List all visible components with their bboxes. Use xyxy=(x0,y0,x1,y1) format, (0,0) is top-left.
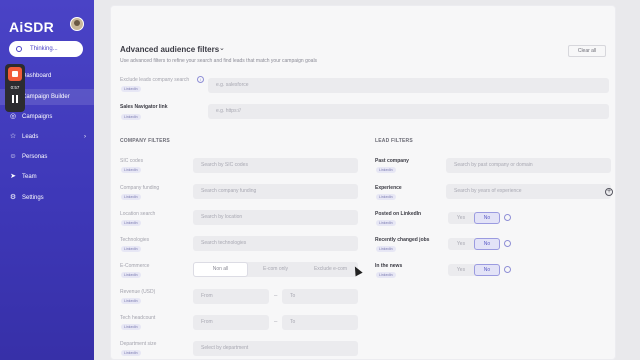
app-window: AiSDR Thinking... ▦ Dashboard ✎ Campaign… xyxy=(0,0,640,360)
company-funding-label: Company funding xyxy=(120,185,160,191)
past-company-input[interactable]: Search by past company or domain xyxy=(446,158,611,173)
department-size-input[interactable]: Select by department xyxy=(193,341,358,356)
sidebar-item-settings[interactable]: ⚙ Settings xyxy=(0,190,94,206)
info-icon[interactable] xyxy=(504,240,511,247)
yes-option[interactable]: Yes xyxy=(448,212,474,224)
department-size-label: Department size xyxy=(120,341,157,347)
yes-option[interactable]: Yes xyxy=(448,238,474,250)
no-option[interactable]: No xyxy=(474,238,500,250)
headcount-from-input[interactable]: From xyxy=(193,315,269,330)
linkedin-badge: LinkedIn xyxy=(376,246,396,252)
sidebar-item-label: Leads xyxy=(22,134,39,140)
linkedin-badge: LinkedIn xyxy=(121,350,141,356)
linkedin-badge: LinkedIn xyxy=(121,298,141,304)
filters-panel: Advanced audience filters ⌄ Use advanced… xyxy=(110,5,616,360)
lead-filters-heading: LEAD FILTERS xyxy=(375,138,413,144)
sidebar-item-label: Team xyxy=(22,174,37,180)
panel-title: Advanced audience filters xyxy=(120,45,220,54)
clear-all-button[interactable]: Clear all xyxy=(568,45,606,57)
technologies-input[interactable]: Search technologies xyxy=(193,236,358,251)
revenue-label: Revenue (USD) xyxy=(120,289,156,295)
location-search-label: Location search xyxy=(120,211,156,217)
pause-icon[interactable] xyxy=(11,95,19,103)
sic-codes-input[interactable]: Search by SIC codes xyxy=(193,158,358,173)
sales-navigator-input[interactable]: e.g. https:// xyxy=(208,104,609,119)
in-the-news-label: In the news xyxy=(375,263,403,269)
app-logo: AiSDR xyxy=(9,19,55,35)
ecommerce-option-exclude[interactable]: Exclude e-com xyxy=(303,262,358,277)
past-company-label: Past company xyxy=(375,158,409,164)
sidebar-item-label: Dashboard xyxy=(22,73,52,79)
linkedin-badge: LinkedIn xyxy=(121,167,141,173)
tech-headcount-label: Tech headcount xyxy=(120,315,156,321)
linkedin-badge: LinkedIn xyxy=(121,86,141,92)
in-the-news-toggle: Yes No xyxy=(448,264,500,276)
linkedin-badge: LinkedIn xyxy=(121,114,141,120)
info-icon[interactable] xyxy=(504,214,511,221)
experience-label: Experience xyxy=(375,185,402,191)
sidebar-item-personas[interactable]: ☺ Personas xyxy=(0,149,94,165)
posted-on-linkedin-label: Posted on LinkedIn xyxy=(375,211,422,217)
sidebar-item-label: Settings xyxy=(22,195,44,201)
technologies-label: Technologies xyxy=(120,237,150,243)
info-icon[interactable]: i xyxy=(197,76,204,83)
sidebar-item-label: Personas xyxy=(22,154,48,160)
ecommerce-option-only[interactable]: E-com only xyxy=(248,262,303,277)
screen-recorder-widget: 0:57 xyxy=(5,64,25,112)
linkedin-badge: LinkedIn xyxy=(121,324,141,330)
sidebar: AiSDR Thinking... ▦ Dashboard ✎ Campaign… xyxy=(0,0,94,360)
yes-option[interactable]: Yes xyxy=(448,264,474,276)
stop-recording-button[interactable] xyxy=(8,67,22,81)
thinking-label: Thinking... xyxy=(30,46,58,52)
range-dash: – xyxy=(274,293,278,299)
recording-timer: 0:57 xyxy=(10,85,20,90)
linkedin-badge: LinkedIn xyxy=(121,272,141,278)
ecommerce-option-all[interactable]: Non all xyxy=(193,262,248,277)
panel-subtitle: Use advanced filters to refine your sear… xyxy=(120,58,318,64)
chevron-right-icon: › xyxy=(84,134,86,140)
recently-changed-jobs-toggle: Yes No xyxy=(448,238,500,250)
location-search-input[interactable]: Search by location xyxy=(193,210,358,225)
linkedin-badge: LinkedIn xyxy=(376,167,396,173)
recently-changed-jobs-label: Recently changed jobs xyxy=(375,237,430,243)
info-icon[interactable] xyxy=(504,266,511,273)
campaigns-icon: ◎ xyxy=(9,113,17,120)
linkedin-badge: LinkedIn xyxy=(121,246,141,252)
revenue-from-input[interactable]: From xyxy=(193,289,269,304)
revenue-to-input[interactable]: To xyxy=(282,289,358,304)
linkedin-badge: LinkedIn xyxy=(376,272,396,278)
no-option[interactable]: No xyxy=(474,264,500,276)
ecommerce-segmented-control: Non all E-com only Exclude e-com xyxy=(193,262,358,277)
exclude-company-label: Exclude leads company search xyxy=(120,77,190,83)
linkedin-badge: LinkedIn xyxy=(121,194,141,200)
sic-codes-label: SIC codes xyxy=(120,158,144,164)
company-filters-heading: COMPANY FILTERS xyxy=(120,138,170,144)
add-circle-icon[interactable]: + xyxy=(605,188,613,196)
gear-icon: ⚙ xyxy=(9,194,17,201)
company-funding-input[interactable]: Search company funding xyxy=(193,184,358,199)
chevron-down-icon[interactable]: ⌄ xyxy=(219,44,225,52)
experience-input[interactable]: Search by years of experience xyxy=(446,184,611,199)
exclude-company-input[interactable]: e.g. salesforce xyxy=(208,78,609,93)
sidebar-item-label: Campaign Builder xyxy=(22,94,70,100)
sidebar-item-label: Campaigns xyxy=(22,114,53,120)
main-content: Advanced audience filters ⌄ Use advanced… xyxy=(94,0,640,360)
linkedin-badge: LinkedIn xyxy=(376,220,396,226)
avatar[interactable] xyxy=(70,17,84,31)
personas-icon: ☺ xyxy=(9,153,17,160)
send-icon: ➤ xyxy=(10,173,16,180)
no-option[interactable]: No xyxy=(474,212,500,224)
sales-navigator-label: Sales Navigator link xyxy=(120,104,168,110)
star-icon: ☆ xyxy=(9,133,17,140)
sidebar-item-leads[interactable]: ☆ Leads › xyxy=(0,129,94,145)
thinking-button[interactable]: Thinking... xyxy=(9,41,83,57)
ecommerce-label: E-Commerce xyxy=(120,263,150,269)
linkedin-badge: LinkedIn xyxy=(121,220,141,226)
headcount-to-input[interactable]: To xyxy=(282,315,358,330)
range-dash: – xyxy=(274,319,278,325)
linkedin-badge: LinkedIn xyxy=(376,194,396,200)
sidebar-item-team[interactable]: ➤ Team xyxy=(0,169,94,185)
posted-on-linkedin-toggle: Yes No xyxy=(448,212,500,224)
spinner-icon xyxy=(16,46,22,52)
